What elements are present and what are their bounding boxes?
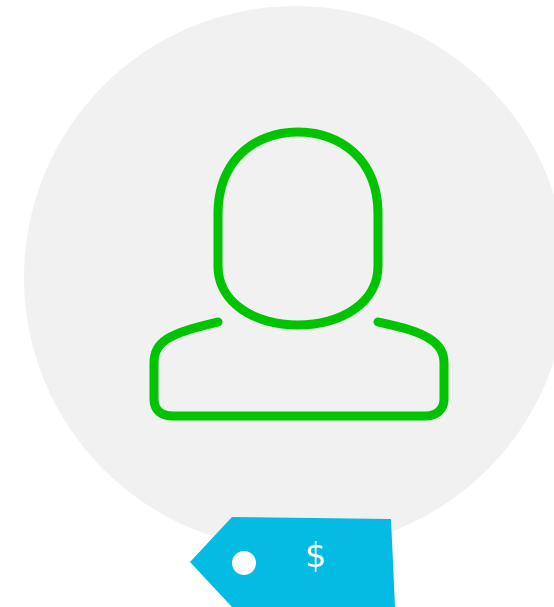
avatar-placeholder: $ xyxy=(0,0,554,607)
user-silhouette-icon xyxy=(149,127,449,421)
price-tag-icon xyxy=(190,517,395,607)
price-tag-symbol: $ xyxy=(305,536,327,576)
